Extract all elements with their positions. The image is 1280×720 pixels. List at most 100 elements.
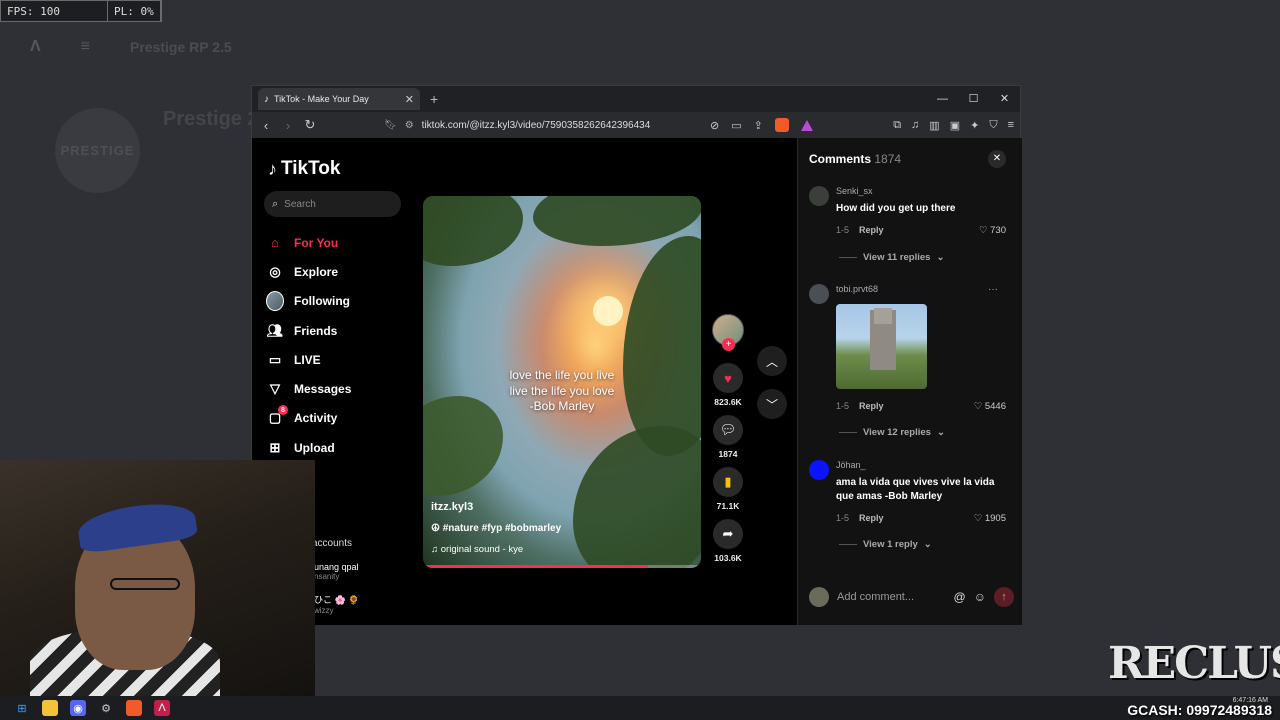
compass-icon: ◎ [269,263,281,279]
tiktok-logo[interactable]: ♪ TikTok [268,158,340,180]
avatar[interactable] [809,186,829,206]
comment-image[interactable] [836,304,927,389]
sidebar-item-for-you[interactable]: ⌂ For You [266,228,351,257]
comment-like-button[interactable]: ♡ 730 [979,225,1006,236]
vpn-icon[interactable]: ⛉ [989,119,997,132]
reload-icon[interactable]: ↻ [304,117,316,133]
sidebar-item-activity[interactable]: ▢ 8 Activity [266,404,351,433]
search-input[interactable]: ⌕ Search [264,191,401,217]
chevron-down-icon[interactable]: ﹀ [757,389,787,419]
upload-icon: ⊞ [269,439,281,455]
activity-badge: 8 [278,405,288,416]
reply-button[interactable]: Reply [859,401,884,411]
sidebar-icon[interactable]: ▥ [929,119,939,132]
forward-icon[interactable]: › [282,118,294,133]
sidebar-item-following[interactable]: Following [266,287,351,316]
like-button[interactable]: ♥ [713,363,743,393]
comment-like-button[interactable]: ♡ 1905 [974,513,1006,524]
music-icon[interactable]: ♫ [911,119,919,131]
sidebar-item-label: For You [294,235,339,250]
comment-item: Jöhan_ ama la vida que vives vive la vid… [809,460,1014,560]
save-button[interactable]: ▮ [713,467,743,497]
account-item[interactable]: unang qpal nsanity [314,562,359,581]
video-author[interactable]: itzz.kyl3 [431,501,473,513]
follow-plus-icon[interactable]: + [722,338,735,351]
brave-rewards-icon[interactable] [800,119,813,131]
overlay-line: -Bob Marley [529,399,595,413]
live-icon: ▭ [268,351,282,367]
tab-tiktok[interactable]: ♪ TikTok - Make Your Day ✕ [258,88,420,110]
account-name: unang qpal [314,562,359,572]
reply-button[interactable]: Reply [859,513,884,523]
mention-icon[interactable]: @ [954,590,966,604]
new-tab-button[interactable]: + [430,91,438,107]
chevron-down-icon: ⌄ [936,252,945,263]
sidebar-item-friends[interactable]: 👥︎ Friends [266,316,351,345]
video-hashtags[interactable]: ☮ #nature #fyp #bobmarley [431,523,561,534]
close-icon[interactable]: ✕ [988,150,1006,168]
windows-start-icon[interactable]: ⊞ [14,700,30,716]
launcher-icon[interactable]: Λ [154,700,170,716]
sound-text[interactable]: original sound - kye [441,544,523,555]
video-overlay-text: love the life you live live the life you… [423,368,701,415]
more-options-icon[interactable]: ··· [988,284,998,295]
back-icon[interactable]: ‹ [260,118,272,133]
avatar[interactable] [809,460,829,480]
tab-title: TikTok - Make Your Day [274,94,369,104]
minimize-icon[interactable]: — [927,86,958,112]
video-sound[interactable]: ♫ original sound - kye [431,544,523,555]
comment-username[interactable]: Senki_sx [836,186,873,196]
view-replies-button[interactable]: View 1 reply ⌄ [839,539,932,550]
view-replies-button[interactable]: View 11 replies ⌄ [839,252,944,263]
chevron-down-icon: ⌄ [936,427,945,438]
wallet-icon[interactable]: ▣ [950,119,960,132]
steam-icon[interactable]: ⚙ [98,700,114,716]
maximize-icon[interactable]: ☐ [958,86,989,112]
file-explorer-icon[interactable] [42,700,58,716]
comment-input[interactable]: Add comment... [837,591,946,603]
sidebar-item-explore[interactable]: ◎ Explore [266,257,351,286]
comment-button[interactable]: 💬︎ [713,415,743,445]
brave-shield-icon[interactable] [774,118,789,132]
sidebar-item-live[interactable]: ▭ LIVE [266,345,351,374]
comment-username[interactable]: tobi.prvt68 [836,284,878,294]
creator-avatar[interactable]: + [712,314,744,351]
sidebar-item-messages[interactable]: ▽ Messages [266,374,351,403]
menu-icon[interactable]: ≡ [1008,119,1014,131]
chevron-up-icon[interactable]: ︿ [757,346,787,376]
webcam-glasses [110,578,180,590]
avatar[interactable] [809,284,829,304]
tiktok-favicon-icon: ♪ [264,93,269,105]
activity-icon: ▢ 8 [266,405,288,427]
comment-username[interactable]: Jöhan_ [836,460,866,470]
view-replies-label: View 1 reply [863,539,918,550]
comment-date: 1-5 [836,513,850,523]
leaf [573,426,701,568]
discord-icon[interactable]: ◉ [70,700,86,716]
share-arrow-icon: ➦ [722,526,734,541]
url-text[interactable]: tiktok.com/@itzz.kyl3/video/759035826264… [422,120,651,131]
leo-ai-icon[interactable]: ✦ [970,119,979,132]
video-progress-bar[interactable] [423,565,701,568]
video-player[interactable]: love the life you live live the life you… [423,196,701,568]
extensions-icon[interactable]: ⧉ [893,119,901,132]
account-item[interactable]: ひこ 🌸 🌻 wizzy [314,593,359,615]
bookmark-icon[interactable]: 🔖︎ [384,120,397,131]
share-button[interactable]: ➦ [713,519,743,549]
view-replies-button[interactable]: View 12 replies ⌄ [839,427,945,438]
send-button[interactable]: ↑ [994,587,1014,607]
sidebar-item-upload[interactable]: ⊞ Upload [266,433,351,462]
emoji-icon[interactable]: ☺ [974,590,986,604]
comment-like-button[interactable]: ♡ 5446 [974,401,1006,412]
cast-icon[interactable]: ▭ [731,119,741,132]
site-info-icon[interactable]: ⚙︎ [405,120,414,131]
heart-icon: ♥ [724,370,732,386]
no-tracking-icon[interactable]: ⊘ [710,119,719,132]
reply-button[interactable]: Reply [859,225,884,235]
close-tab-icon[interactable]: ✕ [405,93,414,106]
brave-icon[interactable] [126,700,142,716]
hashtags-text[interactable]: #nature #fyp #bobmarley [443,523,561,534]
share-icon[interactable]: ⇪ [754,119,763,132]
close-window-icon[interactable]: ✕ [989,86,1020,112]
overlay-line: love the life you live [509,368,615,382]
